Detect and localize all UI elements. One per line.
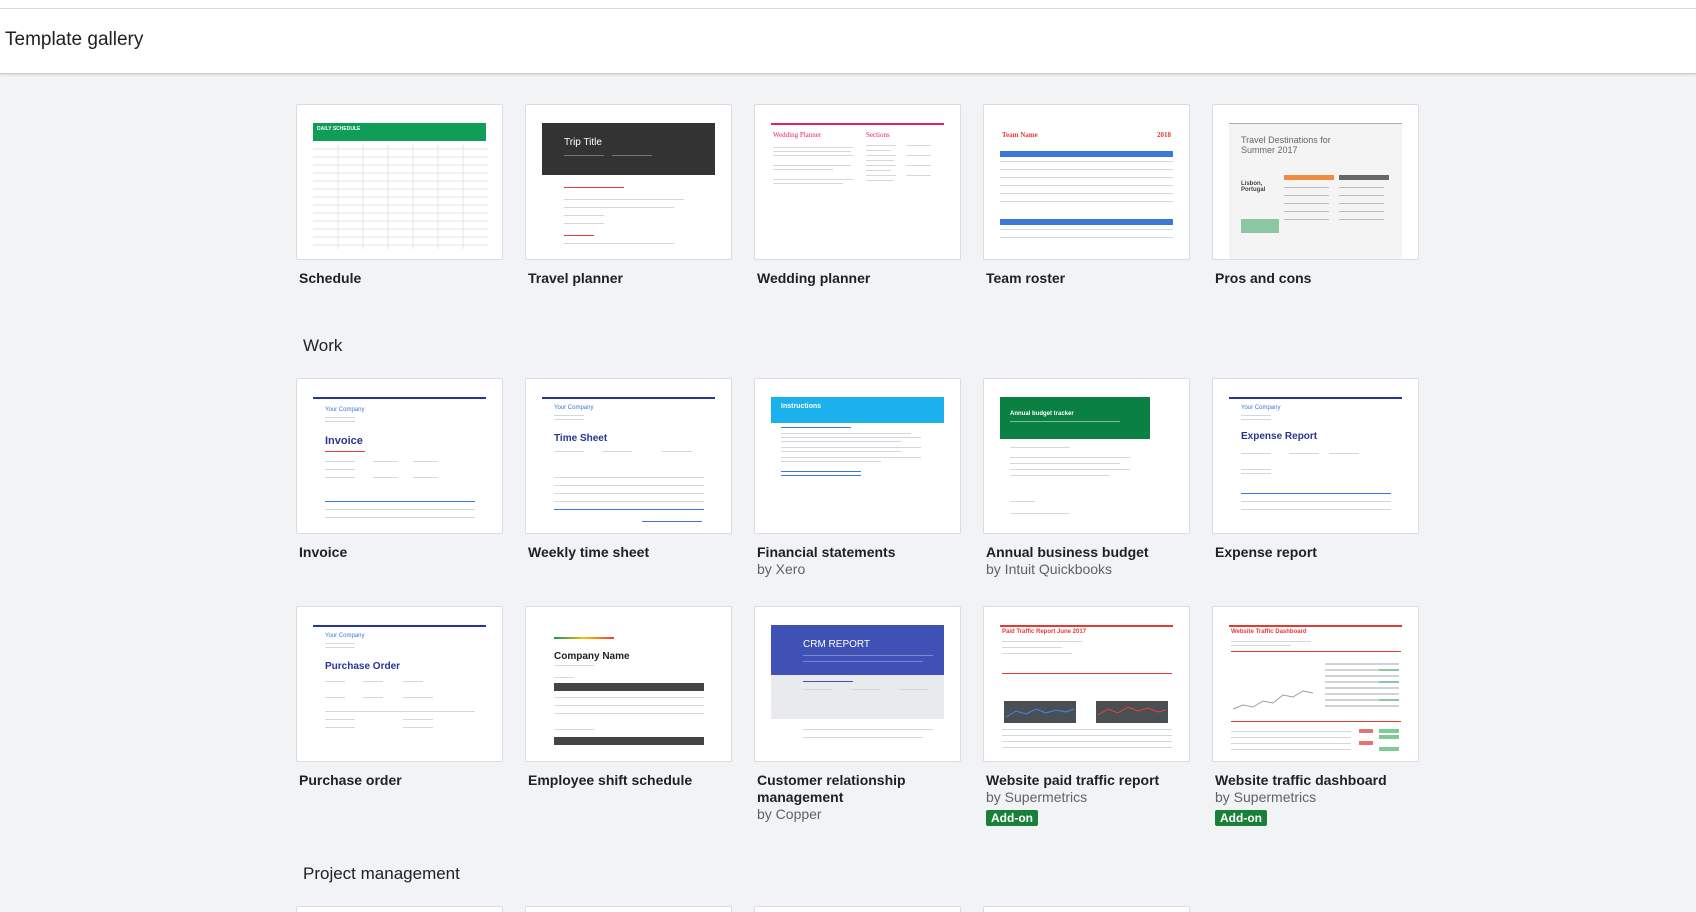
template-thumbnail[interactable]: DAILY SCHEDULE: [296, 104, 503, 260]
section-title-project-management: Project management: [303, 864, 460, 884]
template-title: Team roster: [983, 270, 1190, 287]
template-thumbnail[interactable]: Your Company Expense Report: [1212, 378, 1419, 534]
template-card-weekly-time-sheet[interactable]: Your Company Time Sheet Weekly time shee…: [525, 378, 732, 561]
thumb-text: Your Company: [325, 633, 364, 639]
thumb-text: Your Company: [325, 407, 364, 413]
template-author: by Supermetrics: [983, 789, 1190, 806]
template-title: Website paid traffic report: [983, 772, 1190, 789]
template-title: Financial statements: [754, 544, 961, 561]
template-thumbnail[interactable]: Paid Traffic Report June 2017: [983, 606, 1190, 762]
thumb-text: Company Name: [554, 651, 630, 662]
template-thumbnail[interactable]: Team Name 2018: [983, 104, 1190, 260]
template-title: Annual business budget: [983, 544, 1190, 561]
template-card-schedule[interactable]: DAILY SCHEDULE Schedule: [296, 104, 503, 287]
template-card-pros-and-cons[interactable]: Travel Destinations for Summer 2017 Lisb…: [1212, 104, 1419, 287]
template-title: Employee shift schedule: [525, 772, 732, 789]
template-thumbnail[interactable]: Trip Title: [525, 104, 732, 260]
schedule-grid-graphic: [313, 123, 488, 260]
template-thumbnail[interactable]: Travel Destinations for Summer 2017 Lisb…: [1212, 104, 1419, 260]
template-card-financial-statements[interactable]: Instructions Financial statements by Xer…: [754, 378, 961, 578]
template-card-purchase-order[interactable]: Your Company Purchase Order Purchase ord…: [296, 606, 503, 789]
template-author: by Supermetrics: [1212, 789, 1419, 806]
template-title: Weekly time sheet: [525, 544, 732, 561]
template-card-expense-report[interactable]: Your Company Expense Report Expense repo…: [1212, 378, 1419, 561]
window-top-edge: [0, 0, 1696, 9]
template-thumbnail[interactable]: Annual budget tracker: [983, 378, 1190, 534]
thumb-text: Instructions: [781, 403, 821, 410]
template-thumbnail-partial[interactable]: [525, 906, 732, 912]
thumb-text: Your Company: [554, 405, 593, 411]
template-thumbnail[interactable]: Your Company Time Sheet: [525, 378, 732, 534]
template-title: Travel planner: [525, 270, 732, 287]
template-author: by Copper: [754, 806, 961, 823]
template-thumbnail[interactable]: CRM REPORT: [754, 606, 961, 762]
template-title: Expense report: [1212, 544, 1419, 561]
template-title: Pros and cons: [1212, 270, 1419, 287]
template-card-invoice[interactable]: Your Company Invoice Invoice: [296, 378, 503, 561]
template-thumbnail-partial[interactable]: [754, 906, 961, 912]
thumb-text: Trip Title: [564, 137, 602, 148]
template-card-annual-business-budget[interactable]: Annual budget tracker Annual business bu…: [983, 378, 1190, 578]
template-thumbnail-partial[interactable]: [296, 906, 503, 912]
template-title: Purchase order: [296, 772, 503, 789]
thumb-text: Travel Destinations for Summer 2017: [1241, 135, 1351, 155]
thumb-text: Invoice: [325, 435, 363, 447]
template-title: Customer relationship management: [754, 772, 961, 806]
template-thumbnail[interactable]: Your Company Invoice: [296, 378, 503, 534]
gallery-header: Template gallery: [0, 9, 1696, 74]
thumb-text: Your Company: [1241, 405, 1280, 411]
template-card-wedding-planner[interactable]: Wedding Planner Sections: [754, 104, 961, 287]
template-thumbnail[interactable]: Your Company Purchase Order: [296, 606, 503, 762]
template-thumbnail[interactable]: Company Name: [525, 606, 732, 762]
template-card-website-traffic-dashboard[interactable]: Website Traffic Dashboard: [1212, 606, 1419, 827]
thumb-text: Time Sheet: [554, 433, 607, 444]
template-author: by Intuit Quickbooks: [983, 561, 1190, 578]
template-card-travel-planner[interactable]: Trip Title Travel planner: [525, 104, 732, 287]
addon-badge: Add-on: [986, 810, 1038, 826]
dashboard-chart-graphic: [1229, 625, 1404, 762]
template-author: by Xero: [754, 561, 961, 578]
thumb-text: Sections: [866, 131, 890, 139]
template-thumbnail[interactable]: Wedding Planner Sections: [754, 104, 961, 260]
gallery-content[interactable]: DAILY SCHEDULE Schedule Trip Title: [0, 74, 1696, 912]
template-card-employee-shift-schedule[interactable]: Company Name Employee shift schedule: [525, 606, 732, 789]
template-title: Wedding planner: [754, 270, 961, 287]
thumb-text: 2018: [1157, 131, 1171, 139]
section-title-work: Work: [303, 336, 342, 356]
template-thumbnail[interactable]: Website Traffic Dashboard: [1212, 606, 1419, 762]
template-title: Invoice: [296, 544, 503, 561]
template-card-website-paid-traffic-report[interactable]: Paid Traffic Report June 2017 Website pa…: [983, 606, 1190, 827]
thumb-text: Purchase Order: [325, 661, 400, 672]
template-card-team-roster[interactable]: Team Name 2018 Team roster: [983, 104, 1190, 287]
thumb-text: Expense Report: [1241, 431, 1317, 442]
thumb-text: Team Name: [1002, 131, 1038, 139]
template-thumbnail-partial[interactable]: [983, 906, 1190, 912]
thumb-text: Wedding Planner: [773, 131, 821, 139]
thumb-text: Lisbon, Portugal: [1241, 181, 1281, 193]
addon-badge: Add-on: [1215, 810, 1267, 826]
template-title: Schedule: [296, 270, 503, 287]
thumb-text: CRM REPORT: [803, 639, 870, 650]
thumb-text: Annual budget tracker: [1010, 411, 1074, 417]
template-card-crm[interactable]: CRM REPORT Customer relationship managem…: [754, 606, 961, 823]
template-title: Website traffic dashboard: [1212, 772, 1419, 789]
page-title: Template gallery: [5, 29, 143, 51]
template-thumbnail[interactable]: Instructions: [754, 378, 961, 534]
